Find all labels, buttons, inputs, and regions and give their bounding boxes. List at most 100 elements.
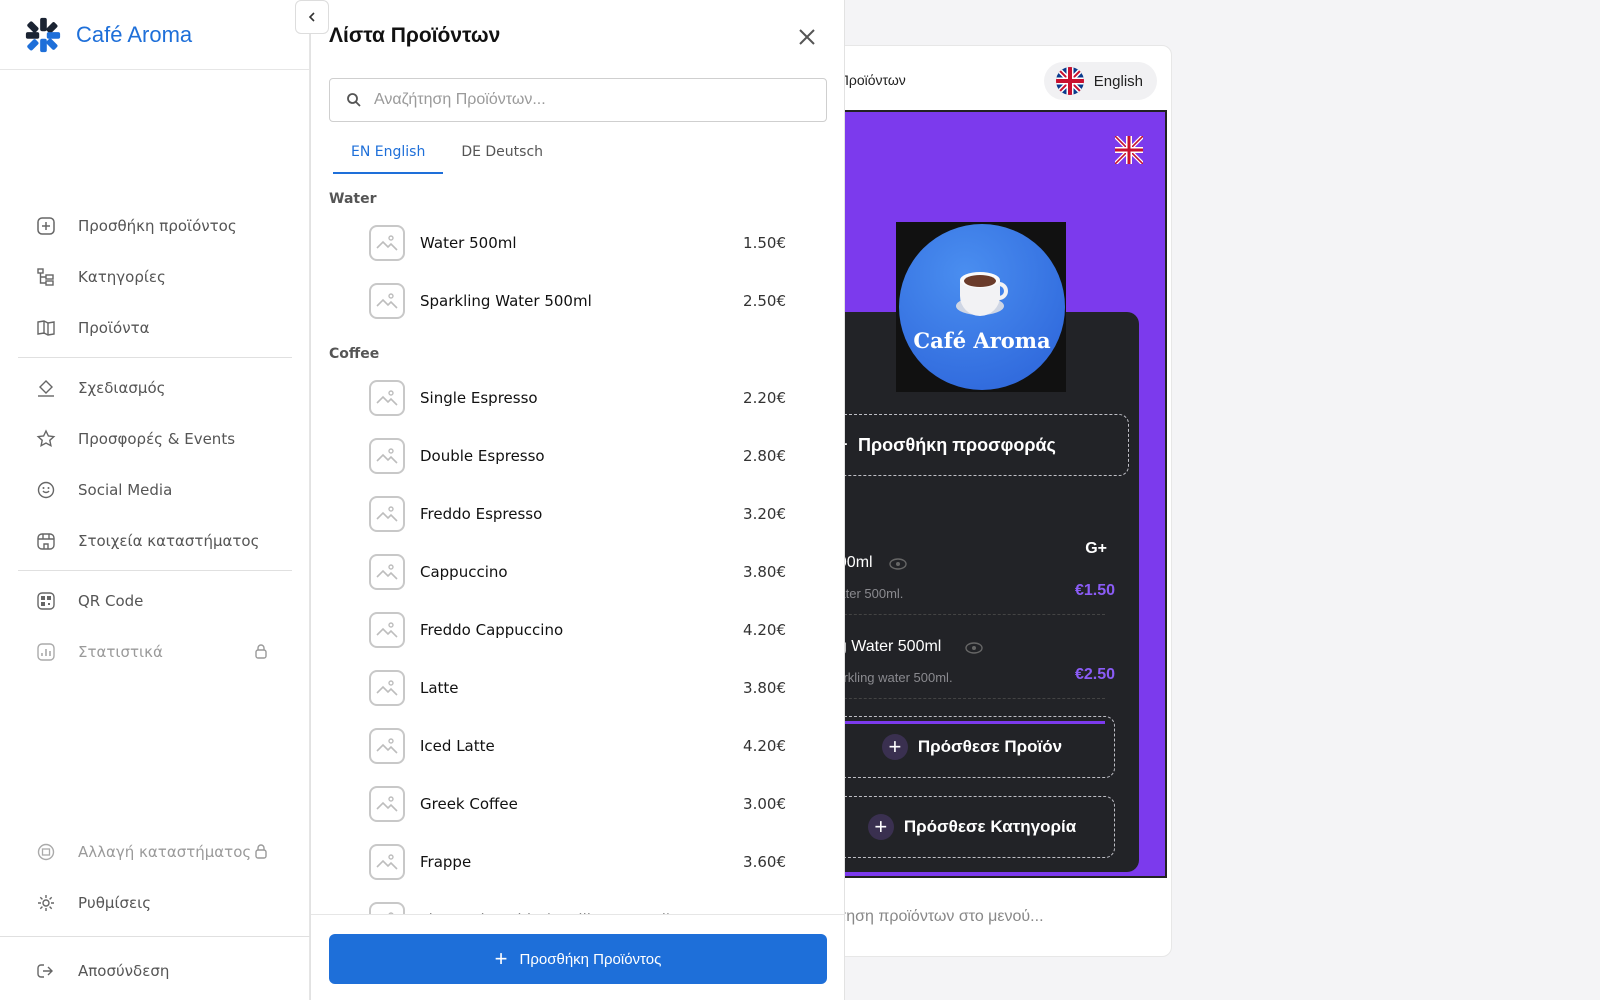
product-price: 2.50€ bbox=[743, 292, 786, 310]
product-row[interactable]: Single Espresso 2.20€ bbox=[311, 369, 844, 427]
product-list: Water Water 500ml 1.50€ Sparkling Water 500… bbox=[311, 184, 844, 914]
product-name: Greek Coffee bbox=[420, 795, 518, 813]
category-heading: Water bbox=[329, 191, 377, 207]
sidebar-item-label: Αποσύνδεση bbox=[78, 961, 170, 980]
product-name: Freddo Cappuccino bbox=[420, 621, 564, 639]
uk-flag-icon[interactable] bbox=[1115, 136, 1143, 164]
plus-icon: + bbox=[494, 946, 508, 971]
product-row[interactable]: Freddo Espresso 3.20€ bbox=[311, 485, 844, 543]
sidebar-item-store-info[interactable]: Στοιχεία καταστήματος bbox=[0, 515, 310, 566]
sidebar: Café Aroma Προσθήκη προϊόντος Κατηγορίες… bbox=[0, 0, 310, 1000]
language-label: English bbox=[1093, 72, 1143, 90]
coffee-cup-icon bbox=[956, 272, 1008, 316]
sidebar-item-label: Προϊόντα bbox=[78, 318, 150, 337]
product-price: 4.20€ bbox=[743, 737, 786, 755]
tab-english[interactable]: EN English bbox=[333, 138, 444, 174]
language-selector[interactable]: English bbox=[1043, 62, 1157, 100]
product-name: Single Espresso bbox=[420, 389, 538, 407]
sidebar-item-label: Αλλαγή καταστήματος bbox=[78, 842, 252, 861]
preview-item-desc: water 500ml. bbox=[839, 586, 904, 601]
sidebar-item-design[interactable]: Σχεδιασμός bbox=[0, 362, 310, 413]
sidebar-item-settings[interactable]: Ρυθμίσεις bbox=[0, 877, 310, 928]
sidebar-divider bbox=[18, 570, 292, 571]
sidebar-item-social-media[interactable]: Social Media bbox=[0, 464, 310, 515]
image-placeholder-icon bbox=[369, 670, 405, 706]
product-row[interactable]: Latte 3.80€ bbox=[311, 659, 844, 717]
collapse-sidebar-button[interactable] bbox=[295, 0, 329, 34]
eye-icon[interactable] bbox=[889, 558, 907, 570]
uk-flag-icon bbox=[1055, 67, 1084, 95]
brand-header[interactable]: Café Aroma bbox=[0, 0, 309, 70]
close-icon[interactable] bbox=[794, 24, 820, 50]
sidebar-bottom-nav: Αλλαγή καταστήματος Ρυθμίσεις Αποσύνδεση bbox=[0, 826, 310, 996]
menu-dark-panel: G+ + Προσθήκη προσφοράς 500ml water 500m… bbox=[837, 312, 1139, 872]
sidebar-item-statistics[interactable]: Στατιστικά bbox=[0, 626, 310, 677]
lock-icon bbox=[255, 644, 267, 659]
preview-search-input[interactable]: ητηση προϊόντων στο μενού... bbox=[831, 908, 1044, 926]
book-icon bbox=[36, 318, 56, 338]
product-row[interactable]: Frappe 3.60€ bbox=[311, 833, 844, 891]
product-row[interactable]: Double Espresso 2.80€ bbox=[311, 427, 844, 485]
sidebar-item-products[interactable]: Προϊόντα bbox=[0, 302, 310, 353]
tab-deutsch[interactable]: DE Deutsch bbox=[443, 138, 561, 174]
sidebar-item-offers-events[interactable]: Προσφορές & Events bbox=[0, 413, 310, 464]
product-name: Sparkling Water 500ml bbox=[420, 292, 592, 310]
product-row[interactable]: Iced Latte 4.20€ bbox=[311, 717, 844, 775]
social-icon bbox=[36, 480, 56, 500]
brand-logo-icon bbox=[25, 17, 61, 52]
product-list-drawer: Λίστα Προϊόντων EN English DE Deutsch Wa… bbox=[310, 0, 845, 1000]
add-category-preview-button[interactable]: + Πρόσθεσε Κατηγορία bbox=[839, 796, 1115, 858]
sidebar-item-qr-code[interactable]: QR Code bbox=[0, 575, 310, 626]
sidebar-nav: Προσθήκη προϊόντος Κατηγορίες Προϊόντα Σ… bbox=[0, 200, 310, 677]
product-row[interactable]: Freddo Cappuccino 4.20€ bbox=[311, 601, 844, 659]
image-placeholder-icon bbox=[369, 380, 405, 416]
product-row[interactable]: Greek Coffee 3.00€ bbox=[311, 775, 844, 833]
phone-preview: G+ + Προσθήκη προσφοράς 500ml water 500m… bbox=[837, 110, 1167, 878]
product-row[interactable]: Flavored Freddo (vanilla/caramel)4.30€ bbox=[311, 891, 844, 914]
sidebar-divider bbox=[18, 357, 292, 358]
image-placeholder-icon bbox=[369, 844, 405, 880]
category-tree-icon bbox=[36, 267, 56, 287]
product-price: 2.80€ bbox=[743, 447, 786, 465]
image-placeholder-icon bbox=[369, 612, 405, 648]
sidebar-item-add-product[interactable]: Προσθήκη προϊόντος bbox=[0, 200, 310, 251]
product-price: 3.80€ bbox=[743, 679, 786, 697]
add-product-preview-button[interactable]: + Πρόσθεσε Προϊόν bbox=[839, 716, 1115, 778]
search-input[interactable] bbox=[374, 91, 804, 109]
image-placeholder-icon bbox=[369, 496, 405, 532]
lock-icon bbox=[255, 844, 267, 859]
image-placeholder-icon bbox=[369, 438, 405, 474]
add-product-label: Προσθήκη Προϊόντος bbox=[519, 950, 662, 968]
product-row[interactable]: Water 500ml 1.50€ bbox=[311, 214, 844, 272]
brand-name: Café Aroma bbox=[76, 21, 193, 47]
sidebar-item-label: QR Code bbox=[78, 591, 144, 610]
product-price: 3.60€ bbox=[743, 853, 786, 871]
sidebar-item-label: Κατηγορίες bbox=[78, 267, 166, 286]
add-offer-label: Προσθήκη προσφοράς bbox=[858, 434, 1056, 455]
image-placeholder-icon bbox=[369, 554, 405, 590]
preview-item-name: ng Water 500ml bbox=[837, 638, 942, 655]
drawer-title: Λίστα Προϊόντων bbox=[329, 24, 501, 47]
product-price: 2.20€ bbox=[743, 389, 786, 407]
drawer-footer: + Προσθήκη Προϊόντος bbox=[311, 914, 844, 1000]
sidebar-item-logout[interactable]: Αποσύνδεση bbox=[0, 945, 310, 996]
image-placeholder-icon bbox=[369, 786, 405, 822]
image-placeholder-icon bbox=[369, 728, 405, 764]
add-product-button[interactable]: + Προσθήκη Προϊόντος bbox=[329, 934, 827, 984]
product-row[interactable]: Cappuccino 3.80€ bbox=[311, 543, 844, 601]
search-icon bbox=[347, 93, 361, 107]
qr-icon bbox=[36, 591, 56, 611]
product-search[interactable] bbox=[329, 78, 827, 122]
add-product-preview-label: Πρόσθεσε Προϊόν bbox=[917, 737, 1063, 756]
google-plus-icon[interactable]: G+ bbox=[1085, 540, 1107, 558]
eye-icon[interactable] bbox=[965, 642, 983, 654]
sidebar-item-categories[interactable]: Κατηγορίες bbox=[0, 251, 310, 302]
sidebar-item-label: Προσθήκη προϊόντος bbox=[78, 216, 237, 235]
add-offer-button[interactable]: + Προσθήκη προσφοράς bbox=[839, 414, 1129, 476]
switch-store-icon bbox=[36, 842, 56, 862]
product-row[interactable]: Sparkling Water 500ml 2.50€ bbox=[311, 272, 844, 330]
product-name: Freddo Espresso bbox=[420, 505, 543, 523]
sidebar-item-switch-store[interactable]: Αλλαγή καταστήματος bbox=[0, 826, 310, 877]
sidebar-item-label: Στοιχεία καταστήματος bbox=[78, 531, 260, 550]
product-price: 3.20€ bbox=[743, 505, 786, 523]
